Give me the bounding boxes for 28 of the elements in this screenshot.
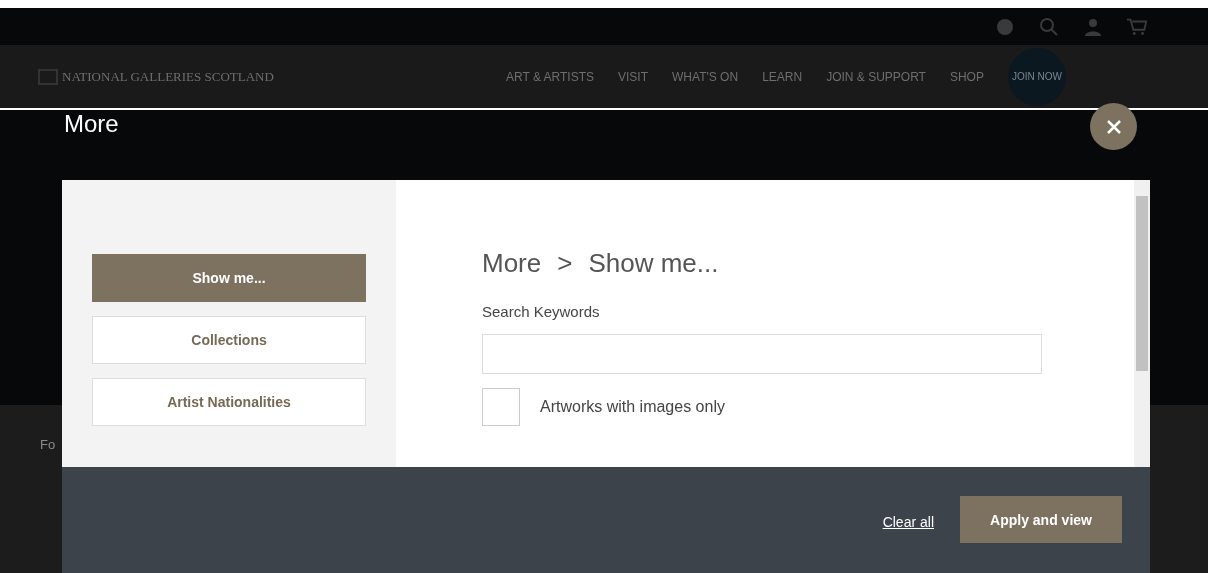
breadcrumb-separator: > bbox=[557, 248, 573, 279]
sidebar-tab[interactable]: Artist Nationalities bbox=[92, 378, 366, 426]
join-button[interactable]: JOIN NOW bbox=[1007, 47, 1066, 106]
overlay-title: More bbox=[64, 110, 119, 138]
nav-link[interactable]: SHOP bbox=[949, 69, 984, 84]
keywords-field[interactable] bbox=[482, 334, 1042, 374]
sidebar-tab[interactable]: Show me... bbox=[92, 254, 366, 302]
nav-link[interactable]: ART & ARTISTS bbox=[506, 69, 595, 84]
keywords-label: Search Keywords bbox=[482, 303, 601, 320]
breadcrumb-item: Show me... bbox=[588, 248, 719, 279]
site-logo[interactable]: NATIONAL GALLERIES SCOTLAND bbox=[62, 68, 274, 85]
images-checkbox[interactable] bbox=[482, 388, 520, 426]
breadcrumb-item[interactable]: More bbox=[482, 248, 542, 279]
user-icon[interactable] bbox=[1082, 16, 1104, 37]
frame-icon bbox=[38, 68, 58, 85]
apply-button[interactable]: Apply and view bbox=[960, 496, 1122, 543]
nav-link[interactable]: LEARN bbox=[762, 69, 803, 84]
background-text: Fo bbox=[40, 437, 56, 452]
scrollbar[interactable] bbox=[1134, 180, 1150, 467]
close-button[interactable] bbox=[1090, 103, 1137, 150]
nav-link[interactable]: VISIT bbox=[618, 69, 649, 84]
sidebar-tab[interactable]: Collections bbox=[92, 316, 366, 364]
nav-link[interactable]: WHAT'S ON bbox=[672, 69, 739, 84]
cart-icon[interactable] bbox=[1126, 16, 1148, 37]
checkbox-label: Artworks with images only bbox=[540, 398, 725, 416]
nav-link[interactable]: JOIN & SUPPORT bbox=[826, 69, 926, 84]
search-icon[interactable] bbox=[1038, 16, 1060, 37]
clear-all-link[interactable]: Clear all bbox=[882, 514, 934, 530]
